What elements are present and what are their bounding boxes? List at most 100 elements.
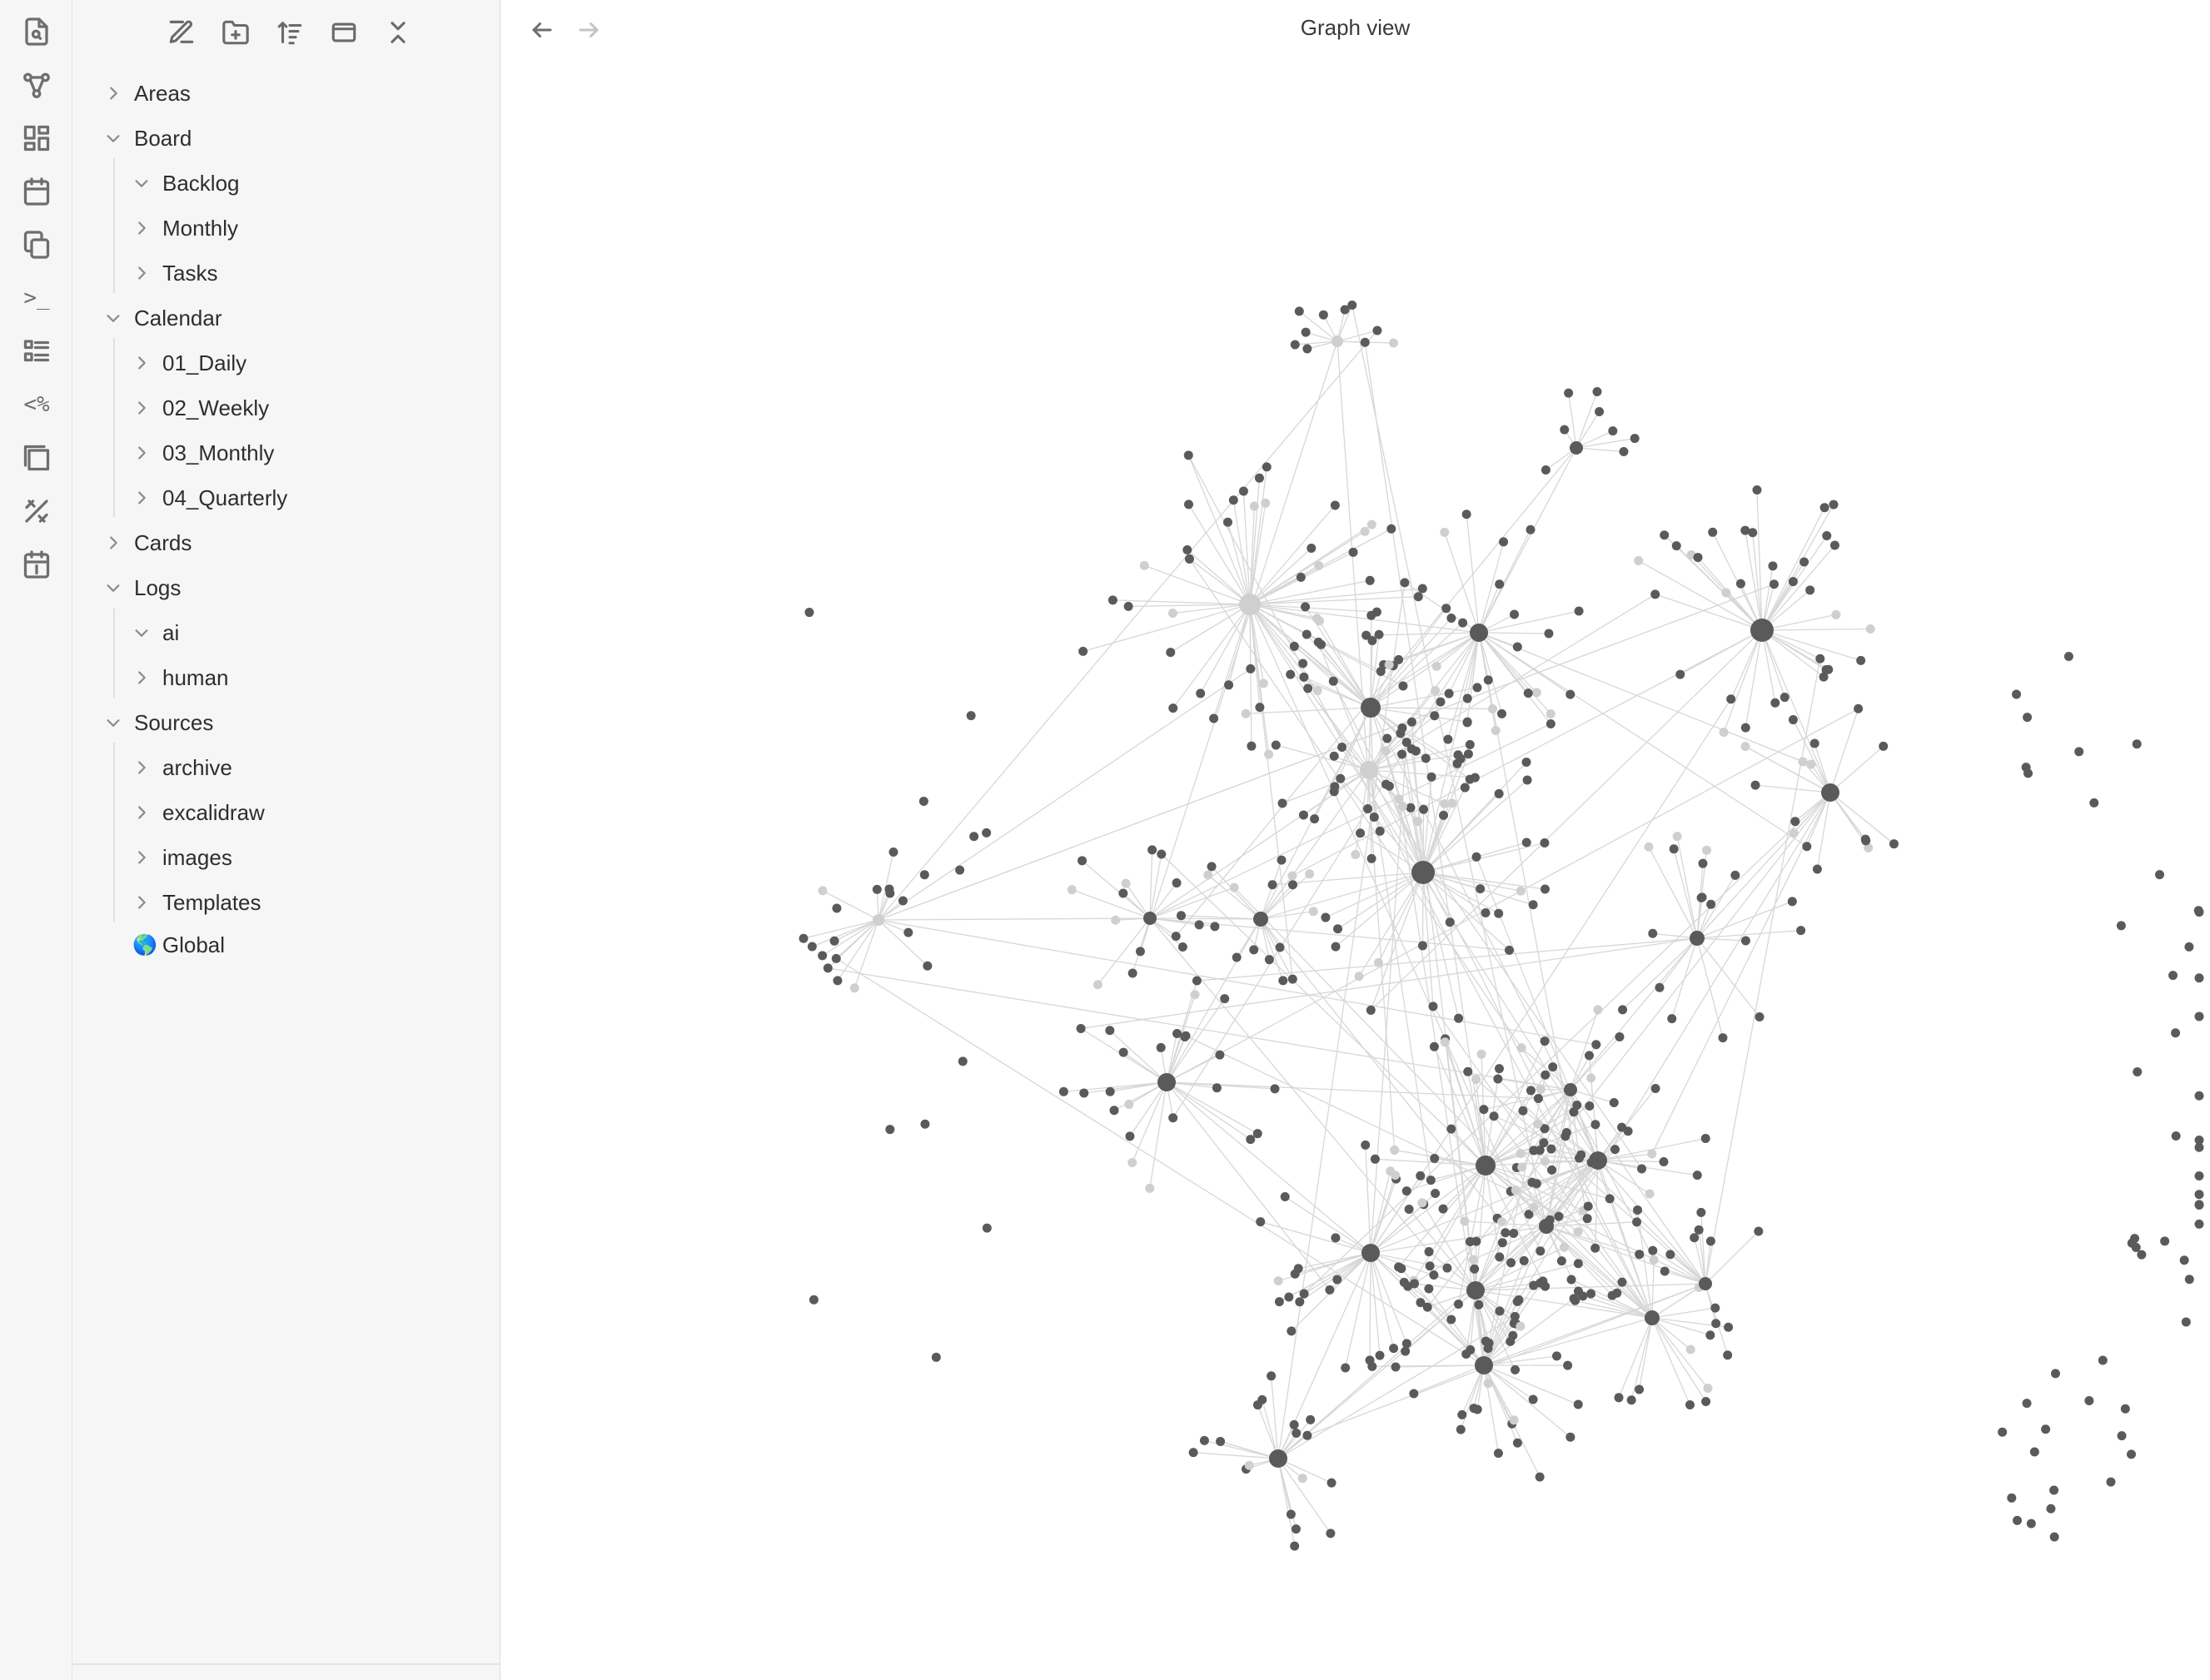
graph-node[interactable] <box>1411 746 1421 756</box>
tree-item-calendar[interactable]: Calendar <box>101 297 222 339</box>
graph-node[interactable] <box>1572 1100 1582 1110</box>
auto-reveal-icon[interactable] <box>326 15 361 50</box>
graph-node[interactable] <box>1430 711 1440 721</box>
graph-node[interactable] <box>1375 826 1385 836</box>
graph-node[interactable] <box>2046 1504 2056 1513</box>
graph-node[interactable] <box>1618 1005 1628 1015</box>
graph-node[interactable] <box>1127 1157 1137 1167</box>
graph-node[interactable] <box>849 983 859 993</box>
graph-node[interactable] <box>1426 772 1436 782</box>
chevron-right-icon[interactable] <box>129 665 154 690</box>
graph-node[interactable] <box>919 870 929 880</box>
chevron-right-icon[interactable] <box>129 350 154 375</box>
graph-node[interactable] <box>1635 1384 1645 1394</box>
graph-node[interactable] <box>1788 715 1798 725</box>
graph-node[interactable] <box>2074 747 2084 757</box>
graph-node[interactable] <box>1609 1098 1619 1108</box>
graph-node[interactable] <box>1421 753 1431 763</box>
graph-node[interactable] <box>1301 327 1311 337</box>
graph-node[interactable] <box>2041 1424 2051 1434</box>
graph-node[interactable] <box>1559 1242 1569 1252</box>
graph-node[interactable] <box>1565 1432 1575 1442</box>
tree-item-monthly[interactable]: Monthly <box>129 207 238 249</box>
graph-node[interactable] <box>1630 434 1640 444</box>
graph-node[interactable] <box>1297 1474 1307 1484</box>
graph-node[interactable] <box>1425 1261 1435 1271</box>
graph-node[interactable] <box>2154 870 2164 880</box>
graph-node[interactable] <box>1182 544 1192 554</box>
graph-node[interactable] <box>1698 858 1708 868</box>
graph-node[interactable] <box>1560 425 1570 435</box>
graph-node[interactable] <box>1431 661 1441 671</box>
graph-node[interactable] <box>1294 306 1304 316</box>
graph-node[interactable] <box>1361 698 1381 718</box>
graph-node[interactable] <box>1331 336 1343 347</box>
graph-node[interactable] <box>2049 1532 2059 1542</box>
graph-node[interactable] <box>1302 344 1312 354</box>
graph-node[interactable] <box>1723 1350 1733 1360</box>
graph-node[interactable] <box>2194 1171 2204 1180</box>
tree-item-02-weekly[interactable]: 02_Weekly <box>129 387 269 429</box>
graph-node[interactable] <box>1675 669 1685 679</box>
graph-node[interactable] <box>1172 878 1182 888</box>
graph-node[interactable] <box>1093 980 1103 990</box>
graph-node[interactable] <box>1424 1247 1434 1257</box>
graph-node[interactable] <box>1458 618 1468 628</box>
graph-node[interactable] <box>1671 541 1681 551</box>
graph-node[interactable] <box>823 963 833 973</box>
graph-node[interactable] <box>1299 1289 1309 1299</box>
graph-node[interactable] <box>1517 1162 1527 1172</box>
graph-node[interactable] <box>1172 1029 1182 1039</box>
graph-node[interactable] <box>1361 1244 1380 1262</box>
graph-node[interactable] <box>1246 1135 1256 1145</box>
graph-node[interactable] <box>1203 870 1213 880</box>
graph-node[interactable] <box>1401 1339 1411 1349</box>
graph-node[interactable] <box>1295 1297 1305 1307</box>
graph-node[interactable] <box>1229 882 1239 892</box>
graph-node[interactable] <box>1504 945 1514 955</box>
graph-node[interactable] <box>1354 972 1364 982</box>
graph-node[interactable] <box>1252 1400 1262 1410</box>
graph-node[interactable] <box>1491 726 1501 736</box>
graph-node[interactable] <box>1787 897 1797 907</box>
graph-node[interactable] <box>2063 651 2073 661</box>
graph-node[interactable] <box>1511 1364 1521 1374</box>
graph-node[interactable] <box>931 1352 941 1362</box>
graph-node[interactable] <box>1157 849 1167 859</box>
graph-node[interactable] <box>1277 798 1287 808</box>
graph-node[interactable] <box>2106 1477 2116 1487</box>
graph-node[interactable] <box>1635 1250 1645 1260</box>
graph-node[interactable] <box>1475 1356 1493 1374</box>
graph-node[interactable] <box>1252 1129 1262 1139</box>
graph-node[interactable] <box>1608 426 1618 436</box>
graph-node[interactable] <box>829 936 839 946</box>
graph-node[interactable] <box>1145 1183 1155 1193</box>
graph-node[interactable] <box>1563 1360 1573 1370</box>
tree-item-cards[interactable]: Cards <box>101 522 192 564</box>
graph-node[interactable] <box>1312 686 1322 696</box>
graph-node[interactable] <box>1261 498 1271 508</box>
graph-node[interactable] <box>1561 1128 1571 1138</box>
graph-node[interactable] <box>1547 1165 1557 1175</box>
graph-node[interactable] <box>1391 1362 1401 1372</box>
graph-node[interactable] <box>1703 1383 1713 1393</box>
tree-item-ai[interactable]: ai <box>129 612 179 654</box>
graph-node[interactable] <box>1699 1277 1712 1290</box>
graph-node[interactable] <box>1466 1281 1485 1300</box>
graph-node[interactable] <box>1429 1041 1439 1051</box>
chevron-down-icon[interactable] <box>101 126 126 151</box>
tree-item-03-monthly[interactable]: 03_Monthly <box>129 432 274 474</box>
graph-node[interactable] <box>1501 1228 1511 1238</box>
graph-node[interactable] <box>1286 669 1296 679</box>
graph-node[interactable] <box>1556 1256 1566 1266</box>
graph-node[interactable] <box>1196 688 1206 698</box>
graph-node[interactable] <box>1278 976 1288 986</box>
graph-node[interactable] <box>1856 655 1866 665</box>
graph-node[interactable] <box>1143 912 1157 925</box>
graph-node[interactable] <box>1190 990 1200 1000</box>
graph-node[interactable] <box>1365 575 1375 585</box>
graph-node[interactable] <box>1446 613 1456 623</box>
graph-node[interactable] <box>1284 1292 1294 1302</box>
graph-node[interactable] <box>1443 734 1453 744</box>
graph-node[interactable] <box>1998 1427 2008 1437</box>
